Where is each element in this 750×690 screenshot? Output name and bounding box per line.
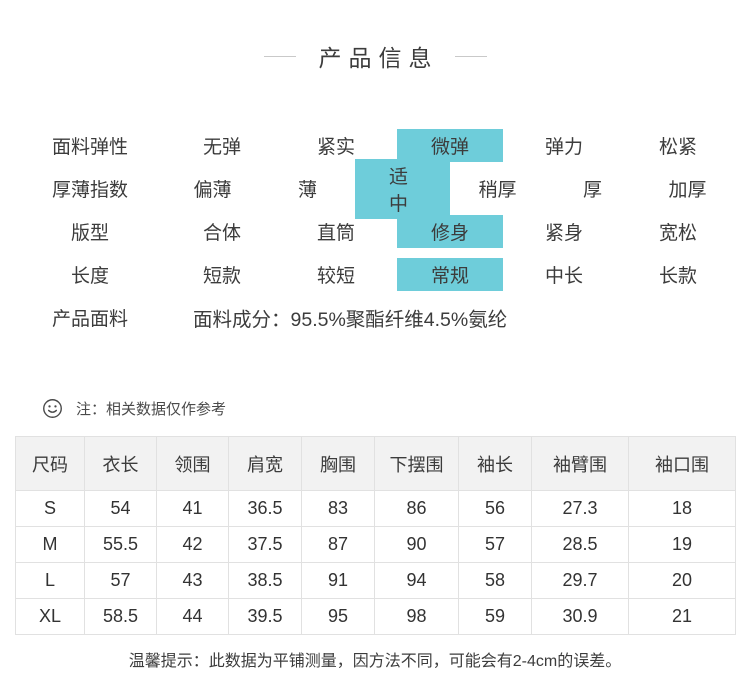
attr-option-selected: 适中 — [355, 159, 450, 219]
cell: 95 — [302, 599, 375, 635]
attr-option: 短款 — [165, 258, 279, 291]
attr-option: 松紧 — [621, 129, 735, 162]
cell: 43 — [157, 563, 229, 599]
cell: 19 — [629, 527, 736, 563]
title-line-left — [264, 56, 296, 57]
attribute-grid: 面料弹性 无弹 紧实 微弹 弹力 松紧 厚薄指数 偏薄 薄 适中 稍厚 厚 加厚… — [15, 124, 735, 339]
attr-label: 长度 — [15, 261, 165, 288]
cell: 57 — [85, 563, 157, 599]
col-header-size: 尺码 — [16, 437, 85, 491]
cell: 39.5 — [229, 599, 302, 635]
attr-label: 产品面料 — [15, 304, 165, 331]
cell: 28.5 — [532, 527, 629, 563]
attr-option: 紧实 — [279, 129, 393, 162]
cell: 18 — [629, 491, 736, 527]
col-header-garment-length: 衣长 — [85, 437, 157, 491]
table-row-l: L 57 43 38.5 91 94 58 29.7 20 — [16, 563, 736, 599]
attr-label: 版型 — [15, 218, 165, 245]
cell: 94 — [375, 563, 459, 599]
cell: 42 — [157, 527, 229, 563]
cell: XL — [16, 599, 85, 635]
col-header-sleeve-arm: 袖臂围 — [532, 437, 629, 491]
cell: 98 — [375, 599, 459, 635]
cell: 58.5 — [85, 599, 157, 635]
attr-option: 宽松 — [621, 215, 735, 248]
table-row-s: S 54 41 36.5 83 86 56 27.3 18 — [16, 491, 736, 527]
cell: 54 — [85, 491, 157, 527]
cell: 55.5 — [85, 527, 157, 563]
page-title-row: 产品信息 — [0, 40, 750, 72]
cell: 59 — [459, 599, 532, 635]
cell: 36.5 — [229, 491, 302, 527]
attr-option-selected: 微弹 — [393, 129, 507, 162]
table-row-xl: XL 58.5 44 39.5 95 98 59 30.9 21 — [16, 599, 736, 635]
col-header-shoulder: 肩宽 — [229, 437, 302, 491]
attr-option: 无弹 — [165, 129, 279, 162]
cell: S — [16, 491, 85, 527]
cell: 90 — [375, 527, 459, 563]
attr-option: 较短 — [279, 258, 393, 291]
attr-option: 偏薄 — [165, 159, 260, 219]
size-table: 尺码 衣长 领围 肩宽 胸围 下摆围 袖长 袖臂围 袖口围 S 54 41 36… — [15, 436, 736, 635]
attr-option: 稍厚 — [450, 159, 545, 219]
cell: 21 — [629, 599, 736, 635]
attr-option: 合体 — [165, 215, 279, 248]
cell: 86 — [375, 491, 459, 527]
reference-note: 注：相关数据仅作参考 — [42, 397, 750, 419]
cell: 83 — [302, 491, 375, 527]
cell: 91 — [302, 563, 375, 599]
cell: 87 — [302, 527, 375, 563]
col-header-sleeve-length: 袖长 — [459, 437, 532, 491]
size-table-header-row: 尺码 衣长 领围 肩宽 胸围 下摆围 袖长 袖臂围 袖口围 — [16, 437, 736, 491]
attr-option: 薄 — [260, 159, 355, 219]
attr-option-selected: 常规 — [393, 258, 507, 291]
col-header-bust: 胸围 — [302, 437, 375, 491]
attr-row-fabric: 产品面料 面料成分：95.5%聚酯纤维4.5%氨纶 — [15, 296, 735, 339]
cell: 37.5 — [229, 527, 302, 563]
smiley-icon — [42, 398, 63, 419]
cell: 27.3 — [532, 491, 629, 527]
attr-option: 加厚 — [640, 159, 735, 219]
attr-label: 厚薄指数 — [15, 175, 165, 202]
attr-label: 面料弹性 — [15, 132, 165, 159]
cell: 20 — [629, 563, 736, 599]
cell: M — [16, 527, 85, 563]
note-text: 注：相关数据仅作参考 — [76, 398, 226, 419]
cell: 44 — [157, 599, 229, 635]
attr-option: 直筒 — [279, 215, 393, 248]
cell: 57 — [459, 527, 532, 563]
attr-option: 中长 — [507, 258, 621, 291]
attr-row-fit: 版型 合体 直筒 修身 紧身 宽松 — [15, 210, 735, 253]
cell: 30.9 — [532, 599, 629, 635]
title-line-right — [455, 56, 487, 57]
col-header-hem: 下摆围 — [375, 437, 459, 491]
product-info-panel: 产品信息 面料弹性 无弹 紧实 微弹 弹力 松紧 厚薄指数 偏薄 薄 适中 稍厚… — [0, 40, 750, 690]
cell: 29.7 — [532, 563, 629, 599]
cell: 56 — [459, 491, 532, 527]
measurement-tip: 温馨提示：此数据为平铺测量，因方法不同，可能会有2-4cm的误差。 — [0, 651, 750, 673]
col-header-neck: 领围 — [157, 437, 229, 491]
fabric-composition-value: 面料成分：95.5%聚酯纤维4.5%氨纶 — [193, 303, 507, 332]
attr-option: 紧身 — [507, 215, 621, 248]
col-header-cuff: 袖口围 — [629, 437, 736, 491]
attr-option-selected: 修身 — [393, 215, 507, 248]
attr-option: 厚 — [545, 159, 640, 219]
attr-option: 长款 — [621, 258, 735, 291]
cell: L — [16, 563, 85, 599]
attr-option: 弹力 — [507, 129, 621, 162]
page-title: 产品信息 — [319, 39, 439, 73]
cell: 38.5 — [229, 563, 302, 599]
table-row-m: M 55.5 42 37.5 87 90 57 28.5 19 — [16, 527, 736, 563]
cell: 58 — [459, 563, 532, 599]
cell: 41 — [157, 491, 229, 527]
attr-row-thickness: 厚薄指数 偏薄 薄 适中 稍厚 厚 加厚 — [15, 167, 735, 210]
attr-row-length: 长度 短款 较短 常规 中长 长款 — [15, 253, 735, 296]
